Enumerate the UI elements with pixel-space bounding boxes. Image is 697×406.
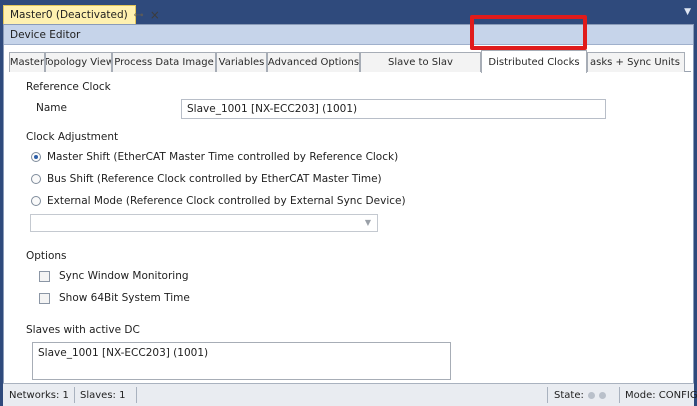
radio-button[interactable] — [31, 174, 41, 184]
radio-button[interactable] — [31, 196, 41, 206]
tab-distributed-clocks[interactable]: Distributed Clocks — [481, 50, 587, 73]
checkbox[interactable] — [39, 270, 50, 282]
tab-tasks-sync-units[interactable]: asks + Sync Units — [587, 52, 685, 72]
status-divider — [136, 387, 137, 403]
status-networks: Networks: 1 — [9, 389, 69, 401]
sync-window-monitoring-label: Sync Window Monitoring — [59, 270, 189, 282]
list-item[interactable]: Slave_1001 [NX-ECC203] (1001) — [38, 347, 208, 359]
state-indicator-icon — [598, 391, 606, 399]
tab-advanced-options[interactable]: Advanced Options — [267, 52, 360, 72]
editor-tab-strip: Master Topology View Process Data Image … — [9, 50, 691, 73]
tab-process-data-image[interactable]: Process Data Image — [112, 52, 216, 72]
radio-master-shift-label: Master Shift (EtherCAT Master Time contr… — [47, 151, 399, 163]
radio-external-mode-label: External Mode (Reference Clock controlle… — [47, 195, 406, 207]
tab-topology-view[interactable]: Topology View — [45, 52, 112, 72]
radio-button-selected[interactable] — [31, 152, 41, 162]
status-divider — [619, 387, 620, 403]
status-divider — [74, 387, 75, 403]
checkbox-show-64bit-system-time[interactable]: Show 64Bit System Time — [39, 292, 190, 304]
document-tab-title: Master0 (Deactivated) — [10, 9, 128, 21]
tab-variables[interactable]: Variables — [216, 52, 267, 72]
document-tab[interactable]: Master0 (Deactivated) ⊶ × — [3, 5, 160, 24]
device-editor-header: Device Editor — [4, 25, 693, 45]
status-divider — [547, 387, 548, 403]
radio-external-mode[interactable]: External Mode (Reference Clock controlle… — [31, 195, 406, 207]
options-heading: Options — [26, 250, 67, 262]
radio-bus-shift[interactable]: Bus Shift (Reference Clock controlled by… — [31, 173, 382, 185]
external-sync-device-select[interactable]: ▼ — [30, 214, 378, 232]
status-state: State: — [550, 384, 610, 406]
status-state-label: State: — [554, 389, 584, 401]
close-icon[interactable]: × — [150, 9, 160, 21]
slaves-active-dc-heading: Slaves with active DC — [26, 324, 140, 336]
pin-icon[interactable]: ⊶ — [134, 10, 144, 21]
document-tab-bar: Master0 (Deactivated) ⊶ × ▼ — [0, 0, 697, 24]
status-slaves: Slaves: 1 — [80, 389, 126, 401]
device-editor-title: Device Editor — [10, 28, 81, 41]
reference-clock-name-field[interactable]: Slave_1001 [NX-ECC203] (1001) — [181, 99, 606, 119]
checkbox[interactable] — [39, 292, 50, 304]
checkbox-sync-window-monitoring[interactable]: Sync Window Monitoring — [39, 270, 189, 282]
reference-clock-name-value: Slave_1001 [NX-ECC203] (1001) — [187, 103, 358, 115]
reference-clock-heading: Reference Clock — [26, 81, 111, 93]
state-indicator-icon — [587, 391, 595, 399]
tab-master[interactable]: Master — [9, 52, 45, 72]
show-64bit-system-time-label: Show 64Bit System Time — [59, 292, 190, 304]
tab-slave-to-slave[interactable]: Slave to Slav — [360, 52, 481, 72]
document-list-chevron-icon[interactable]: ▼ — [684, 7, 691, 17]
slaves-active-dc-list[interactable]: Slave_1001 [NX-ECC203] (1001) — [32, 342, 451, 380]
status-bar: Networks: 1 Slaves: 1 State: Mode: CONFI… — [3, 383, 697, 406]
clock-adjustment-heading: Clock Adjustment — [26, 131, 119, 143]
name-label: Name — [36, 102, 67, 114]
radio-bus-shift-label: Bus Shift (Reference Clock controlled by… — [47, 173, 382, 185]
distributed-clocks-highlight-box — [470, 15, 587, 50]
status-mode: Mode: CONFIG — [625, 389, 697, 401]
radio-master-shift[interactable]: Master Shift (EtherCAT Master Time contr… — [31, 151, 398, 163]
chevron-down-icon[interactable]: ▼ — [365, 218, 371, 227]
